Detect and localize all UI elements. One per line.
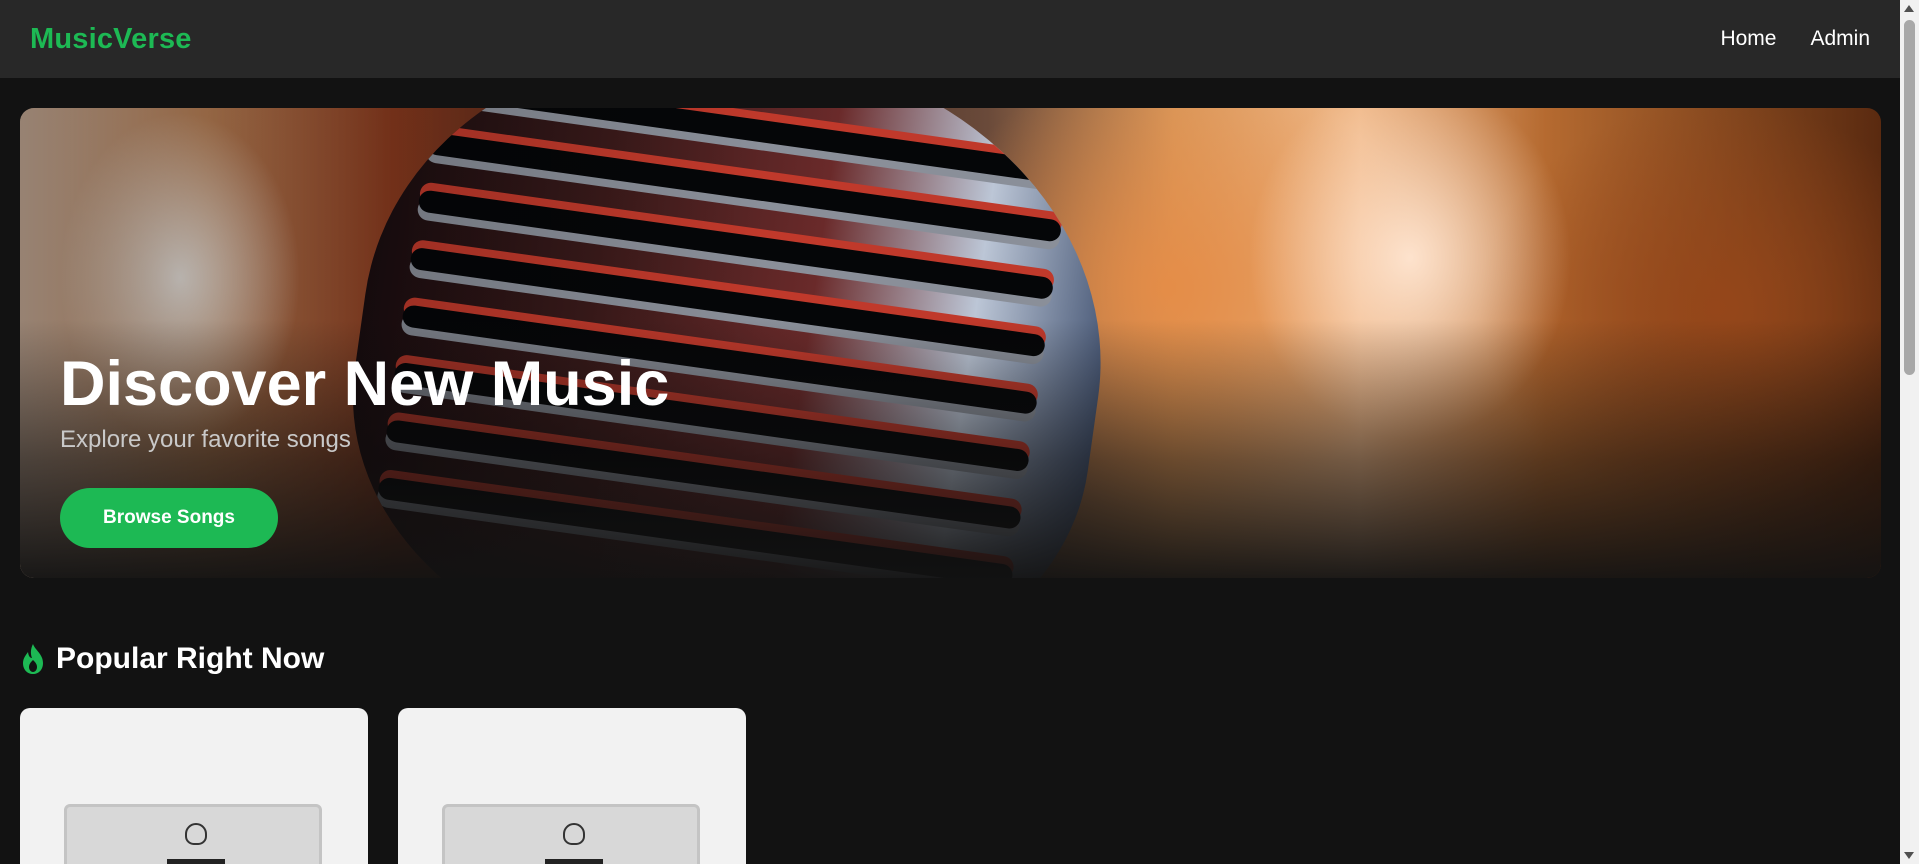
- nav-link-home[interactable]: Home: [1720, 27, 1776, 51]
- song-cover-image: [442, 804, 700, 864]
- hero-banner: Discover New Music Explore your favorite…: [20, 108, 1881, 578]
- scroll-down-icon[interactable]: [1904, 852, 1914, 859]
- browse-songs-button[interactable]: Browse Songs: [60, 488, 278, 548]
- song-card[interactable]: [20, 708, 368, 864]
- song-cover-image: [64, 804, 322, 864]
- scroll-up-icon[interactable]: [1904, 5, 1914, 12]
- fire-icon: [20, 643, 46, 675]
- scroll-thumb[interactable]: [1904, 20, 1915, 375]
- brand-logo[interactable]: MusicVerse: [30, 23, 192, 56]
- popular-section-title: Popular Right Now: [56, 642, 325, 675]
- hero-overlay: [20, 108, 1881, 578]
- page-scrollbar[interactable]: [1900, 0, 1919, 864]
- page: MusicVerse Home Admin Discover New Music…: [0, 0, 1919, 864]
- popular-section-header: Popular Right Now: [20, 642, 324, 676]
- nav-link-admin[interactable]: Admin: [1810, 27, 1870, 51]
- hero-subtitle: Explore your favorite songs: [60, 426, 351, 453]
- hero-title: Discover New Music: [60, 349, 670, 419]
- nav-links: Home Admin: [1720, 27, 1870, 51]
- song-card[interactable]: [398, 708, 746, 864]
- top-navbar: MusicVerse Home Admin: [0, 0, 1900, 78]
